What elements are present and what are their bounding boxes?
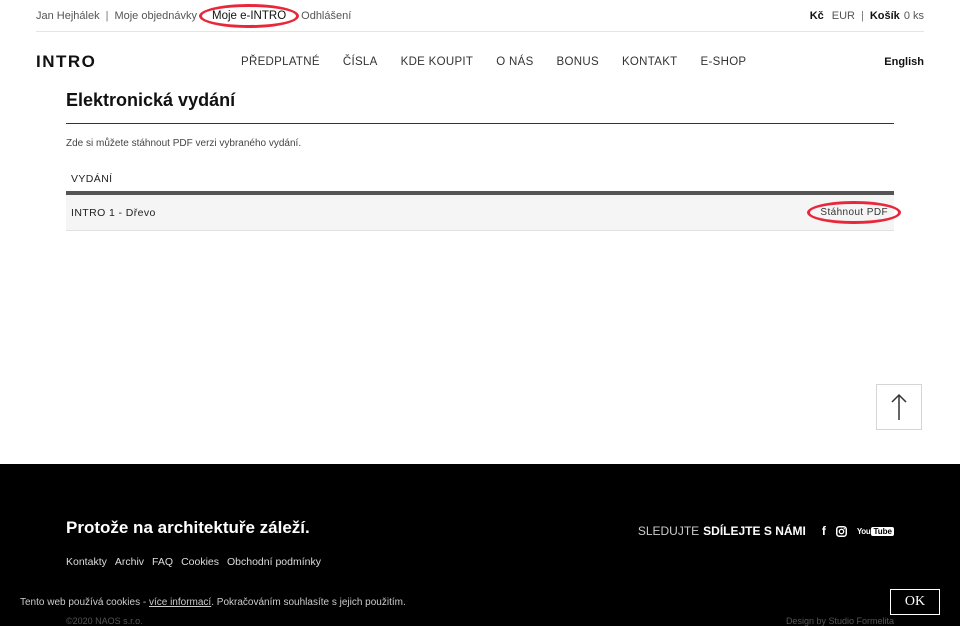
table-row: INTRO 1 - Dřevo Stáhnout PDF <box>66 195 901 231</box>
facebook-icon[interactable]: f <box>822 524 826 538</box>
language-switch[interactable]: English <box>884 56 924 68</box>
download-pdf-link[interactable]: Stáhnout PDF <box>807 201 901 224</box>
cookie-ok-button[interactable]: OK <box>890 589 940 615</box>
currency-cart: Kč EUR | Košík 0 ks <box>810 10 924 22</box>
cookie-text-after: . Pokračováním souhlasíte s jejich použi… <box>211 596 406 608</box>
nav-item-kontakt[interactable]: KONTAKT <box>622 56 678 68</box>
account-links: Jan Hejhálek | Moje objednávky Moje e-IN… <box>36 3 351 28</box>
nav-item-kde-koupit[interactable]: KDE KOUPIT <box>401 56 474 68</box>
issue-name: INTRO 1 - Dřevo <box>71 206 156 219</box>
my-orders-link[interactable]: Moje objednávky <box>114 10 197 22</box>
page-title: Elektronická vydání <box>66 86 894 124</box>
top-bar: Jan Hejhálek | Moje objednávky Moje e-IN… <box>36 0 924 32</box>
footer-links: Kontakty Archiv FAQ Cookies Obchodní pod… <box>66 556 321 568</box>
nav-item-e-shop[interactable]: E-SHOP <box>701 56 747 68</box>
cookie-text: Tento web používá cookies - více informa… <box>20 597 406 608</box>
youtube-icon[interactable]: You Tube <box>856 526 894 536</box>
nav-item-bonus[interactable]: BONUS <box>557 56 599 68</box>
nav-item-o-nas[interactable]: O NÁS <box>496 56 533 68</box>
youtube-you: You <box>856 526 871 536</box>
separator: | <box>105 9 109 22</box>
issues-table: VYDÁNÍ INTRO 1 - Dřevo Stáhnout PDF <box>66 173 901 231</box>
intro-text: Zde si můžete stáhnout PDF verzi vybrané… <box>66 138 302 149</box>
currency-czk-link[interactable]: Kč <box>810 10 824 22</box>
nav-item-predplatne[interactable]: PŘEDPLATNÉ <box>241 56 320 68</box>
currency-eur-link[interactable]: EUR <box>832 10 855 22</box>
cart-link[interactable]: Košík <box>870 10 900 22</box>
footer-link-faq[interactable]: FAQ <box>152 556 173 568</box>
cookie-more-info-link[interactable]: více informací <box>149 597 211 608</box>
footer-link-obchodni-podminky[interactable]: Obchodní podmínky <box>227 556 321 568</box>
footer-link-cookies[interactable]: Cookies <box>181 556 219 568</box>
footer-link-archiv[interactable]: Archiv <box>115 556 144 568</box>
social-icons: f You Tube <box>822 524 894 538</box>
cart-count: 0 ks <box>903 9 924 22</box>
cookie-bar: Tento web používá cookies - více informa… <box>0 584 960 620</box>
arrow-up-icon <box>891 393 907 420</box>
nav-item-cisla[interactable]: ČÍSLA <box>343 56 378 68</box>
footer-slogan: Protože na architektuře záleží. <box>66 518 310 537</box>
instagram-icon[interactable] <box>835 525 847 537</box>
separator: | <box>860 9 864 22</box>
site-logo[interactable]: INTRO <box>36 52 241 72</box>
cookie-text-before: Tento web používá cookies - <box>20 596 149 608</box>
follow-label: SLEDUJTE <box>637 524 700 538</box>
main-content: Elektronická vydání Zde si můžete stáhno… <box>66 86 901 231</box>
user-name-link[interactable]: Jan Hejhálek <box>36 10 100 22</box>
social-follow: SLEDUJTE SDÍLEJTE S NÁMI f You Tube <box>638 524 894 538</box>
my-e-intro-link[interactable]: Moje e-INTRO <box>199 3 300 28</box>
table-header: VYDÁNÍ <box>66 173 894 195</box>
share-label: SDÍLEJTE S NÁMI <box>703 524 806 538</box>
main-nav: PŘEDPLATNÉ ČÍSLA KDE KOUPIT O NÁS BONUS … <box>241 56 884 68</box>
back-to-top-button[interactable] <box>876 384 922 430</box>
footer-link-kontakty[interactable]: Kontakty <box>66 556 107 568</box>
main-header: INTRO PŘEDPLATNÉ ČÍSLA KDE KOUPIT O NÁS … <box>36 44 924 80</box>
logout-link[interactable]: Odhlášení <box>301 10 351 22</box>
youtube-tube: Tube <box>871 526 894 536</box>
